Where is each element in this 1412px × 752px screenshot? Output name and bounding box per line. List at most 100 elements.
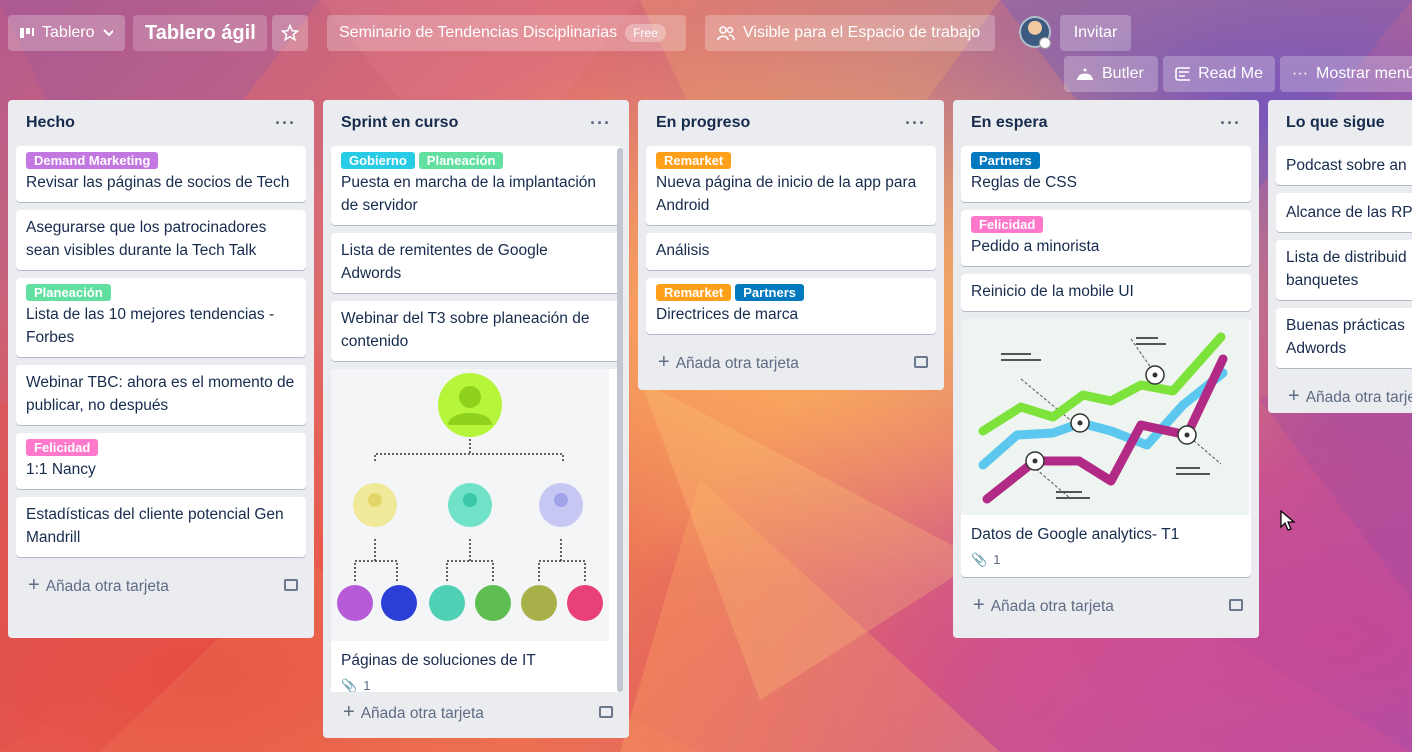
plus-icon: + — [28, 573, 40, 596]
list-card[interactable]: Webinar del T3 sobre planeación de conte… — [331, 301, 621, 361]
card-label[interactable]: Remarket — [656, 152, 732, 169]
list-cards-scroll[interactable]: Gobierno Planeación Puesta en marcha de … — [331, 146, 621, 692]
card-title: Webinar TBC: ahora es el momento de publ… — [26, 374, 295, 414]
card-template-icon[interactable] — [284, 579, 298, 591]
board-view-switcher[interactable]: Tablero — [8, 15, 125, 51]
list-menu-icon[interactable]: ··· — [590, 113, 611, 134]
list-menu-icon[interactable]: ··· — [905, 113, 926, 134]
list-card[interactable]: Remarket Partners Directrices de marca — [646, 278, 936, 334]
card-label[interactable]: Gobierno — [341, 152, 415, 169]
list-card[interactable]: Lista de distribuid banquetes — [1276, 240, 1412, 300]
list-title[interactable]: En progreso — [656, 114, 750, 132]
admin-badge-icon — [1039, 37, 1051, 49]
list-card[interactable]: Podcast sobre an — [1276, 146, 1412, 185]
more-icon: ··· — [1292, 65, 1308, 82]
list-en-progreso: En progreso ··· Remarket Nueva página de… — [638, 100, 944, 390]
plus-icon: + — [973, 593, 985, 616]
workspace-name: Seminario de Tendencias Disciplinarias — [339, 24, 618, 41]
card-title: Puesta en marcha de la implantación de s… — [341, 174, 597, 214]
list-header: Sprint en curso ··· — [331, 100, 621, 146]
workspace-button[interactable]: Seminario de Tendencias Disciplinarias F… — [327, 15, 686, 51]
readme-button[interactable]: Read Me — [1163, 56, 1275, 92]
list-card[interactable]: Lista de remitentes de Google Adwords — [331, 233, 621, 293]
readme-label: Read Me — [1198, 65, 1263, 82]
list-card[interactable]: Reinicio de la mobile UI — [961, 274, 1251, 311]
list-card[interactable]: Alcance de las RP — [1276, 193, 1412, 232]
add-card-button[interactable]: + Añada otra tarjeta — [331, 692, 621, 732]
list-card[interactable]: Análisis — [646, 233, 936, 270]
card-label[interactable]: Partners — [971, 152, 1040, 169]
card-label[interactable]: Partners — [735, 284, 805, 301]
people-icon — [717, 26, 735, 41]
card-title: Datos de Google analytics- T1 — [971, 526, 1180, 543]
plus-icon: + — [1288, 384, 1300, 407]
list-menu-icon[interactable]: ··· — [1220, 113, 1241, 134]
add-card-button[interactable]: + Añada otra tarjeta — [961, 585, 1251, 625]
add-card-label: Añada otra tarjeta — [45, 577, 169, 595]
list-header: En progreso ··· — [646, 100, 936, 146]
add-card-button[interactable]: + Añada otra tarjeta — [1276, 376, 1412, 413]
card-title: Revisar las páginas de socios de Tech — [26, 174, 290, 191]
add-card-button[interactable]: + Añada otra tarjeta — [646, 342, 936, 382]
list-card[interactable]: Felicidad 1:1 Nancy — [16, 433, 306, 489]
star-icon — [281, 24, 299, 42]
board-header: Tablero Tablero ágil Seminario de Tenden… — [0, 0, 1412, 96]
list-scrollbar[interactable] — [617, 148, 623, 692]
list-title[interactable]: Hecho — [26, 114, 75, 132]
mouse-cursor-icon — [1280, 510, 1296, 531]
card-icon — [1175, 67, 1191, 81]
list-header: En espera ··· — [961, 100, 1251, 146]
card-title: Reglas de CSS — [971, 174, 1077, 191]
card-label[interactable]: Felicidad — [26, 439, 99, 456]
list-card[interactable]: Datos de Google analytics- T1 📎 1 — [961, 319, 1251, 577]
card-title: Lista de distribuid banquetes — [1286, 249, 1407, 289]
list-card[interactable]: Demand Marketing Revisar las páginas de … — [16, 146, 306, 202]
visibility-label: Visible para el Espacio de trabajo — [743, 24, 981, 41]
list-card[interactable]: Gobierno Planeación Puesta en marcha de … — [331, 146, 621, 225]
card-title: Estadísticas del cliente potencial Gen M… — [26, 506, 284, 546]
star-button[interactable] — [272, 15, 308, 51]
card-template-icon[interactable] — [599, 706, 613, 718]
list-title[interactable]: En espera — [971, 114, 1047, 132]
list-card[interactable]: Páginas de soluciones de IT 📎 1 — [331, 369, 621, 692]
card-title: Nueva página de inicio de la app para An… — [656, 174, 917, 214]
list-title[interactable]: Lo que sigue — [1286, 114, 1385, 132]
show-menu-button[interactable]: ··· Mostrar menú — [1280, 56, 1412, 92]
invite-button[interactable]: Invitar — [1060, 15, 1131, 51]
add-card-label: Añada otra tarjeta — [360, 704, 484, 722]
card-label[interactable]: Planeación — [418, 152, 504, 169]
attachment-count: 1 — [993, 552, 1001, 567]
list-card[interactable]: Webinar TBC: ahora es el momento de publ… — [16, 365, 306, 425]
card-label[interactable]: Planeación — [26, 284, 111, 301]
list-card[interactable]: Remarket Nueva página de inicio de la ap… — [646, 146, 936, 225]
card-template-icon[interactable] — [1229, 599, 1243, 611]
attachment-badge: 📎 1 — [961, 546, 1251, 577]
add-card-button[interactable]: + Añada otra tarjeta — [16, 565, 306, 605]
attachment-count: 1 — [363, 678, 371, 692]
list-menu-icon[interactable]: ··· — [275, 113, 296, 134]
list-title[interactable]: Sprint en curso — [341, 114, 458, 132]
card-title: Alcance de las RP — [1286, 204, 1412, 221]
card-template-icon[interactable] — [914, 356, 928, 368]
visibility-button[interactable]: Visible para el Espacio de trabajo — [705, 15, 995, 51]
card-title: Asegurarse que los patrocinadores sean v… — [26, 219, 267, 259]
card-title: Análisis — [656, 242, 710, 259]
card-title: Páginas de soluciones de IT — [341, 652, 536, 669]
list-header: Hecho ··· — [16, 100, 306, 146]
card-label[interactable]: Felicidad — [971, 216, 1044, 233]
card-label[interactable]: Remarket — [656, 284, 732, 301]
paperclip-icon: 📎 — [971, 552, 988, 567]
card-label[interactable]: Demand Marketing — [26, 152, 159, 169]
card-title: Reinicio de la mobile UI — [971, 283, 1134, 300]
list-card[interactable]: Felicidad Pedido a minorista — [961, 210, 1251, 266]
list-card[interactable]: Partners Reglas de CSS — [961, 146, 1251, 202]
card-title: 1:1 Nancy — [26, 461, 96, 478]
board-title[interactable]: Tablero ágil — [133, 15, 267, 51]
butler-button[interactable]: Butler — [1064, 56, 1158, 92]
org-chart-cover-image — [331, 369, 609, 641]
list-card[interactable]: Estadísticas del cliente potencial Gen M… — [16, 497, 306, 557]
list-card[interactable]: Buenas prácticas Adwords — [1276, 308, 1412, 368]
list-card[interactable]: Asegurarse que los patrocinadores sean v… — [16, 210, 306, 270]
list-card[interactable]: Planeación Lista de las 10 mejores tende… — [16, 278, 306, 357]
add-card-label: Añada otra tarjeta — [675, 354, 799, 372]
